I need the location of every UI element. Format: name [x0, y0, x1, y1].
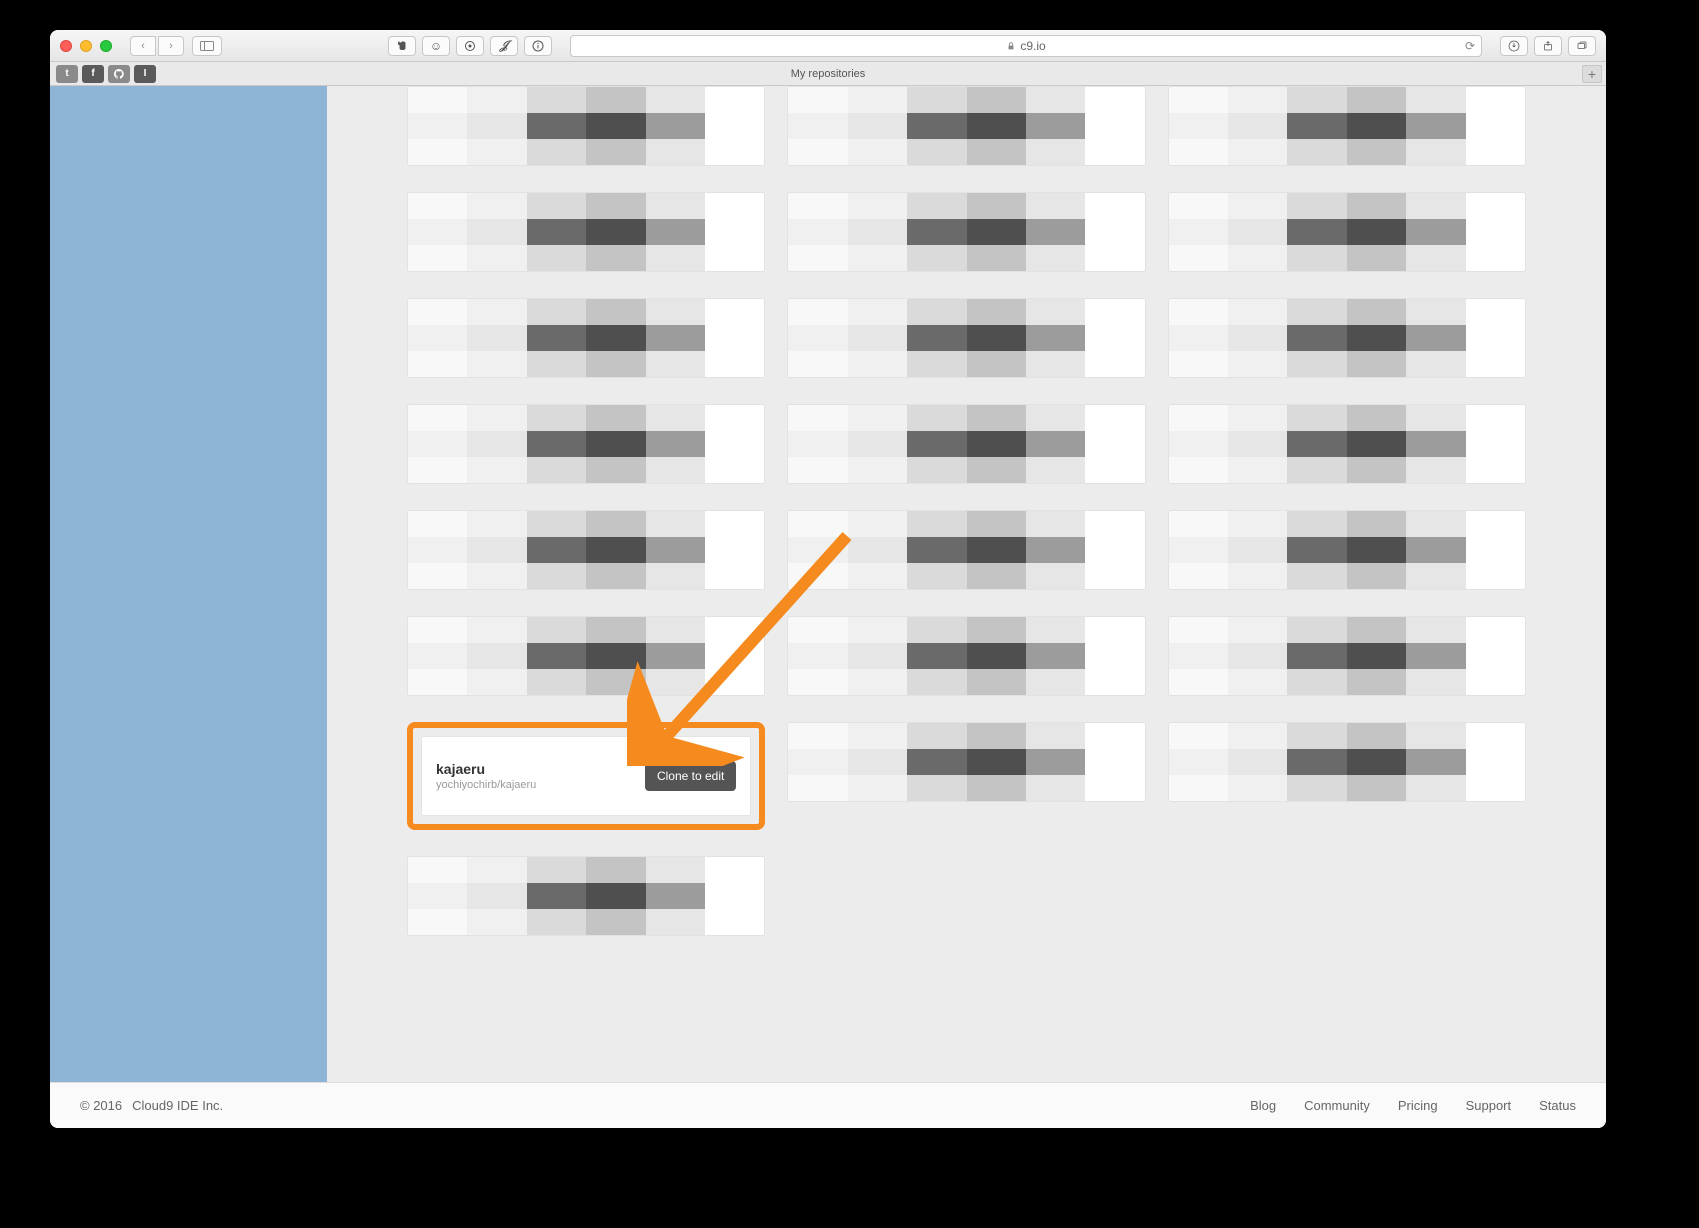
- repo-card-blurred[interactable]: [787, 86, 1145, 166]
- new-tab-button[interactable]: +: [1582, 65, 1602, 83]
- repo-card-blurred[interactable]: [1168, 510, 1526, 590]
- repo-card-blurred[interactable]: [1168, 298, 1526, 378]
- repo-info: kajaeru yochiyochirb/kajaeru: [436, 761, 536, 791]
- footer-link-pricing[interactable]: Pricing: [1398, 1098, 1438, 1113]
- annotation-highlight-box: kajaeru yochiyochirb/kajaeru Clone to ed…: [407, 722, 765, 830]
- sidebar-toggle-button[interactable]: [192, 36, 222, 56]
- footer-links: Blog Community Pricing Support Status: [1250, 1098, 1576, 1113]
- github-icon: [113, 68, 125, 80]
- share-button[interactable]: [1534, 36, 1562, 56]
- repo-path: yochiyochirb/kajaeru: [436, 779, 536, 791]
- emoji-ext-icon[interactable]: ☺: [422, 36, 450, 56]
- repo-card-blurred[interactable]: [407, 856, 765, 936]
- minimize-window-button[interactable]: [80, 40, 92, 52]
- fav-tumblr-icon[interactable]: t: [56, 65, 78, 83]
- address-bar[interactable]: c9.io ⟳: [570, 35, 1482, 57]
- repositories-area: kajaeru yochiyochirb/kajaeru Clone to ed…: [327, 86, 1606, 1082]
- fav-instapaper-icon[interactable]: I: [134, 65, 156, 83]
- nav-forward-button[interactable]: ›: [158, 36, 184, 56]
- downloads-button[interactable]: [1500, 36, 1528, 56]
- repo-card-blurred[interactable]: [1168, 192, 1526, 272]
- favorites-bar: t f I My repositories +: [50, 62, 1606, 86]
- repo-card-blurred[interactable]: [407, 298, 765, 378]
- info-ext-icon[interactable]: [524, 36, 552, 56]
- extension-icons: ☺ 𝒥: [388, 36, 552, 56]
- repo-card-blurred[interactable]: [407, 616, 765, 696]
- adblock-ext-icon[interactable]: [456, 36, 484, 56]
- nav-back-forward-group: ‹ ›: [130, 36, 184, 56]
- tabs-button[interactable]: [1568, 36, 1596, 56]
- repo-card-blurred[interactable]: [787, 404, 1145, 484]
- footer-link-support[interactable]: Support: [1466, 1098, 1512, 1113]
- share-icon: [1542, 40, 1554, 52]
- repo-card-blurred[interactable]: [787, 298, 1145, 378]
- repo-card-blurred[interactable]: [1168, 404, 1526, 484]
- download-icon: [1508, 40, 1520, 52]
- repo-card-blurred[interactable]: [1168, 722, 1526, 802]
- repo-card-kajaeru[interactable]: kajaeru yochiyochirb/kajaeru Clone to ed…: [421, 736, 751, 816]
- footer-link-status[interactable]: Status: [1539, 1098, 1576, 1113]
- close-window-button[interactable]: [60, 40, 72, 52]
- repo-card-blurred[interactable]: [407, 86, 765, 166]
- info-icon: [532, 40, 544, 52]
- lock-icon: [1006, 41, 1016, 51]
- footer-link-community[interactable]: Community: [1304, 1098, 1370, 1113]
- tabs-icon: [1576, 40, 1588, 52]
- fullscreen-window-button[interactable]: [100, 40, 112, 52]
- repo-card-blurred[interactable]: [1168, 616, 1526, 696]
- repo-card-blurred[interactable]: [787, 510, 1145, 590]
- url-text: c9.io: [1020, 39, 1045, 53]
- footer-link-blog[interactable]: Blog: [1250, 1098, 1276, 1113]
- elephant-icon: [396, 40, 408, 52]
- repo-card-blurred[interactable]: [407, 192, 765, 272]
- repo-grid: kajaeru yochiyochirb/kajaeru Clone to ed…: [407, 86, 1526, 936]
- repo-name: kajaeru: [436, 761, 536, 777]
- repo-card-blurred[interactable]: [407, 510, 765, 590]
- repo-card-blurred[interactable]: [787, 722, 1145, 802]
- reload-button[interactable]: ⟳: [1465, 39, 1475, 53]
- shield-o-icon: [464, 40, 476, 52]
- page-content: kajaeru yochiyochirb/kajaeru Clone to ed…: [50, 86, 1606, 1128]
- sidebar-icon: [200, 41, 214, 51]
- right-toolbar-icons: [1500, 36, 1596, 56]
- clone-to-edit-button[interactable]: Clone to edit: [645, 761, 736, 791]
- repo-card-blurred[interactable]: [787, 616, 1145, 696]
- nav-back-button[interactable]: ‹: [130, 36, 156, 56]
- repo-card-blurred[interactable]: [1168, 86, 1526, 166]
- script-ext-icon[interactable]: 𝒥: [490, 36, 518, 56]
- browser-window: ‹ › ☺ 𝒥 c9.io ⟳: [50, 30, 1606, 1128]
- evernote-ext-icon[interactable]: [388, 36, 416, 56]
- fav-facebook-icon[interactable]: f: [82, 65, 104, 83]
- app-sidebar[interactable]: [50, 86, 327, 1082]
- repo-card-blurred[interactable]: [787, 192, 1145, 272]
- footer-copyright: © 2016: [80, 1098, 122, 1113]
- window-titlebar: ‹ › ☺ 𝒥 c9.io ⟳: [50, 30, 1606, 62]
- tab-title: My repositories: [791, 68, 866, 80]
- repo-card-blurred[interactable]: [407, 404, 765, 484]
- page-footer: © 2016 Cloud9 IDE Inc. Blog Community Pr…: [50, 1082, 1606, 1128]
- footer-company: Cloud9 IDE Inc.: [132, 1098, 223, 1113]
- fav-github-icon[interactable]: [108, 65, 130, 83]
- traffic-lights: [60, 40, 112, 52]
